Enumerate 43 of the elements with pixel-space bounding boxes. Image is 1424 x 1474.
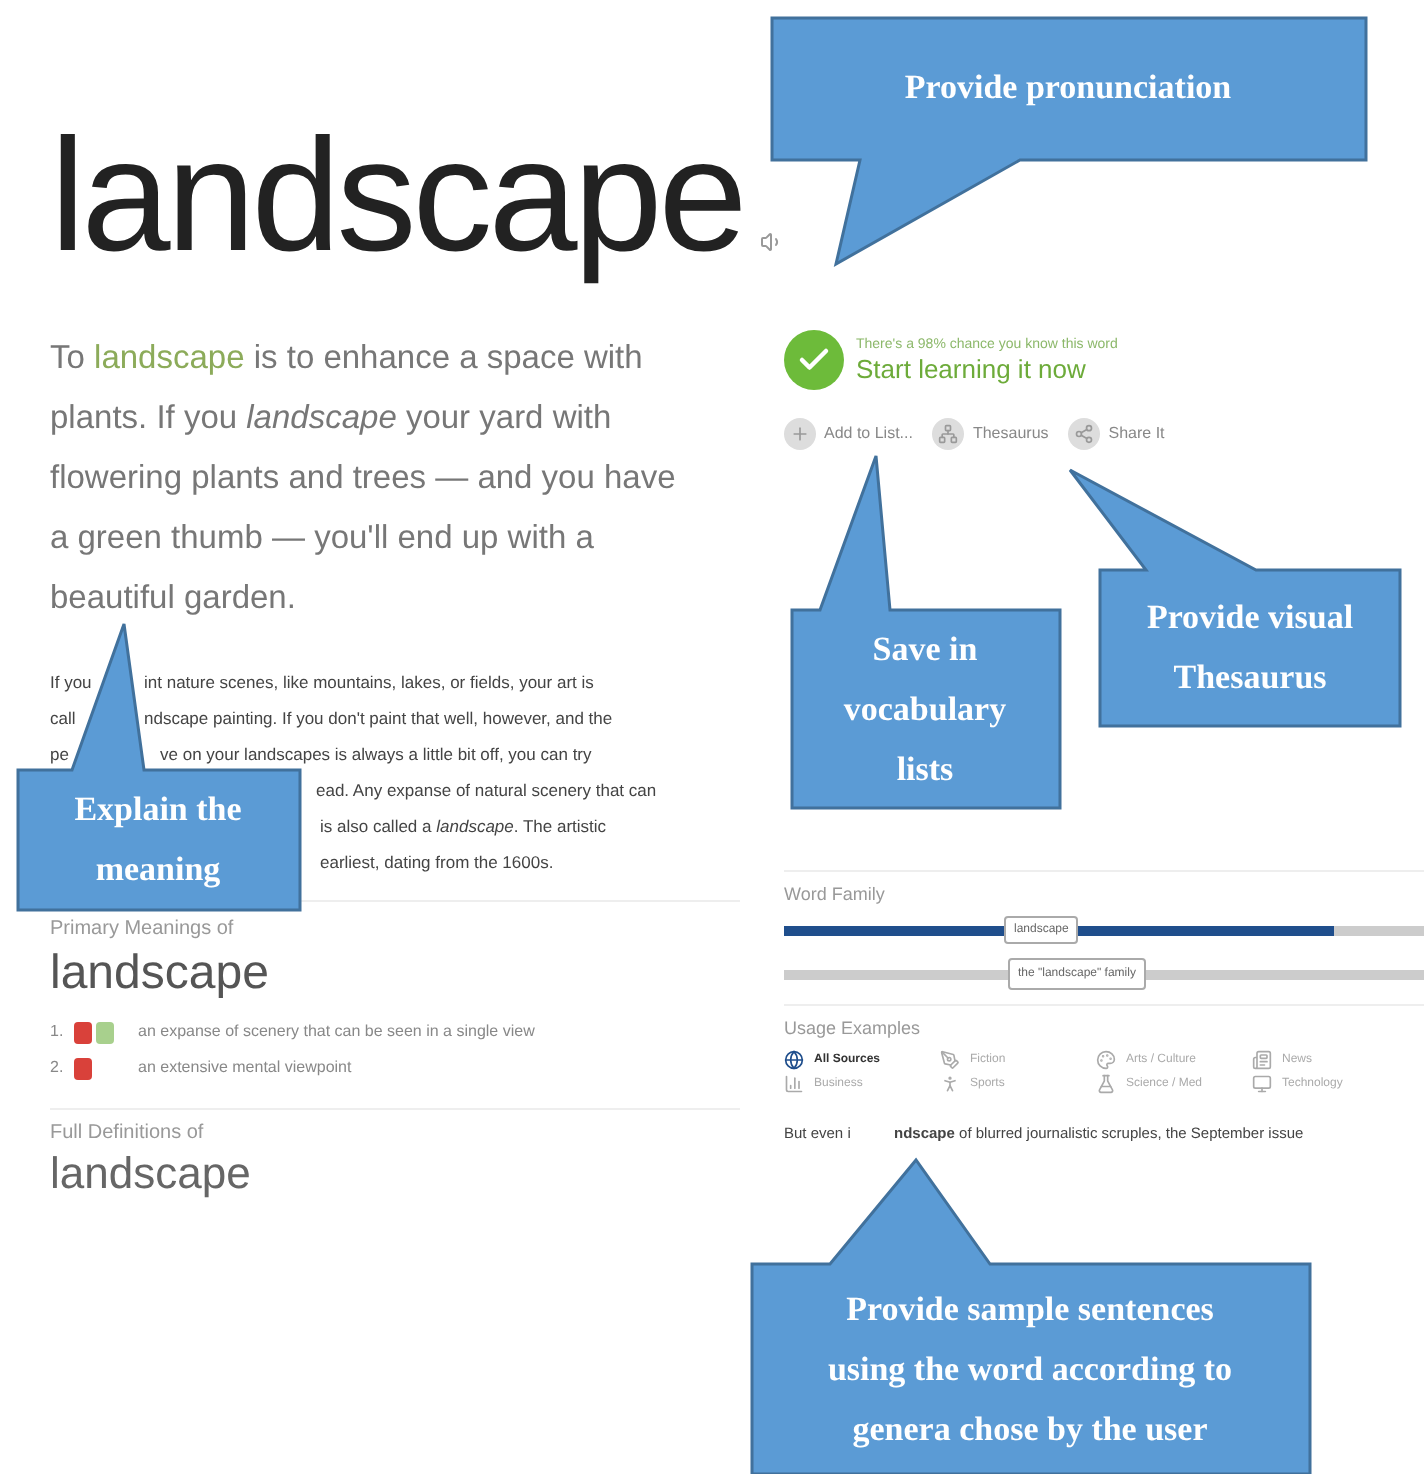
monitor-icon xyxy=(1252,1074,1272,1094)
description-text: call xyxy=(50,707,76,728)
check-icon xyxy=(784,330,844,390)
bar-chart-icon xyxy=(784,1074,804,1094)
flask-icon xyxy=(1096,1074,1116,1094)
meaning-number: 2. xyxy=(50,1056,66,1080)
globe-icon xyxy=(784,1050,804,1070)
newspaper-icon xyxy=(1252,1050,1272,1070)
callout-text: Provide sample sentences using the word according to genera chose by the user xyxy=(827,1287,1233,1452)
section-heading: Usage Examples xyxy=(784,1015,923,1042)
description-text: pe xyxy=(50,743,69,764)
speaker-icon[interactable] xyxy=(760,230,784,254)
callout-text: Save in vocabulary lists xyxy=(843,628,1007,792)
action-link[interactable]: Thesaurus xyxy=(972,422,1049,446)
pen-icon xyxy=(940,1050,960,1070)
callout-text: Explain the meaning xyxy=(74,788,242,892)
person-icon xyxy=(940,1074,960,1094)
word-title: landscape xyxy=(50,104,744,288)
intro-paragraph: To landscape is to enhance a space with plants. If you landscape your yard with flowering plants and trees — and you have a green thumb — you'll end up with a beautiful garden. xyxy=(50,338,678,620)
description-text: ndscape painting. If you don't paint that well, however, and the xyxy=(144,705,613,731)
palette-icon xyxy=(1096,1050,1116,1070)
description-text: int nature scenes, like mountains, lakes, or fields, your art is xyxy=(144,669,594,695)
start-learning-link[interactable]: Start learning it now xyxy=(856,356,1118,385)
callout-text: Provide pronunciation xyxy=(904,66,1232,110)
action-link[interactable]: Add to List... xyxy=(824,422,913,446)
section-heading: Word Family xyxy=(784,882,887,908)
action-link[interactable]: Share It xyxy=(1108,422,1165,446)
callout-text: Provide visual Thesaurus xyxy=(1146,596,1354,700)
section-heading: Primary Meanings of xyxy=(50,916,236,944)
description-text: ead. Any expanse of natural scenery that can xyxy=(316,777,657,803)
plus-icon[interactable] xyxy=(784,418,816,450)
meaning-text: an extensive mental viewpoint xyxy=(138,1056,352,1080)
section-word: landscape xyxy=(50,1148,253,1200)
section-heading: Full Definitions of xyxy=(50,1120,206,1148)
description-text: If you xyxy=(50,671,92,692)
description-text: is also called a landscape. The artistic xyxy=(320,813,607,839)
description-text: earliest, dating from the 1600s. xyxy=(320,849,554,875)
description-text: ve on your landscapes is always a little bit off, you can try xyxy=(160,741,592,767)
meaning-text: an expanse of scenery that can be seen in a single view xyxy=(138,1020,535,1044)
meaning-number: 1. xyxy=(50,1020,66,1044)
section-word: landscape xyxy=(50,944,271,1004)
network-icon[interactable] xyxy=(932,418,965,450)
share-icon[interactable] xyxy=(1068,418,1101,450)
